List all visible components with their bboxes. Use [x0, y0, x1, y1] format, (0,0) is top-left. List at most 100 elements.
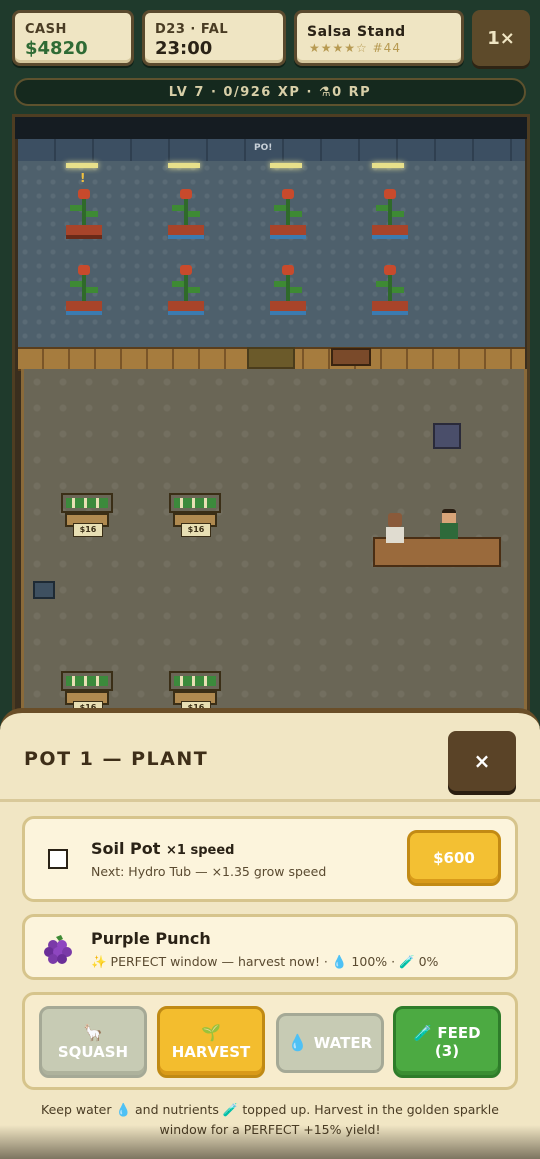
plant-stem	[184, 195, 188, 225]
shopkeeper-sprite	[385, 513, 405, 549]
shop-rank: #44	[372, 41, 401, 55]
plant-leaf	[376, 281, 388, 287]
time-value: 23:00	[155, 38, 213, 59]
harvest-button[interactable]: 🌱 HARVEST	[157, 1006, 265, 1078]
display-stand-3[interactable]: $16	[61, 671, 113, 714]
grow-lamp	[168, 163, 200, 168]
pot-detail-sheet: POT 1 — PLANT × Soil Pot ×1 speed Next: …	[0, 708, 540, 1159]
cash-label: CASH	[25, 22, 67, 37]
display-stand-4[interactable]: $16	[169, 671, 221, 714]
pot-speed: ×1 speed	[166, 843, 235, 858]
greenhouse-wall: PO!	[18, 139, 525, 161]
shop-panel[interactable]: Salsa Stand ★★★★☆ #44	[294, 10, 464, 66]
close-button[interactable]: ×	[448, 731, 516, 791]
display-stand-1[interactable]: $16	[61, 493, 113, 537]
plant-status-card: Purple Punch ✨ PERFECT window — harvest …	[22, 914, 518, 980]
harvest-icon: 🌱	[201, 1023, 221, 1042]
pot-base	[168, 301, 204, 315]
pot-base	[270, 301, 306, 315]
plant-leaf	[290, 211, 302, 217]
plant-status: ✨ PERFECT window — harvest now! · 💧 100%…	[91, 954, 439, 969]
feed-label-row: 🧪 FEED	[413, 1024, 480, 1042]
plant-bud	[180, 189, 192, 199]
water-label: WATER	[313, 1034, 373, 1052]
plant-leaf	[188, 287, 200, 293]
tv-icon[interactable]	[433, 423, 461, 449]
stand-shelf	[61, 671, 113, 691]
sheet-title: POT 1 — PLANT	[24, 748, 209, 770]
upgrade-pot-button[interactable]: $600	[407, 830, 501, 886]
pot-2[interactable]	[166, 163, 206, 245]
pot-checkbox-icon	[48, 849, 68, 869]
plant-leaf	[86, 287, 98, 293]
pot-7[interactable]	[268, 261, 308, 321]
pot-8[interactable]	[370, 261, 410, 321]
pot-base	[372, 301, 408, 315]
plant-stem	[286, 195, 290, 225]
day-label: D23 · FAL	[155, 22, 229, 37]
water-drop-icon: 💧	[287, 1033, 308, 1052]
pot-upgrade-card: Soil Pot ×1 speed Next: Hydro Tub — ×1.3…	[22, 816, 518, 902]
grape-icon	[44, 935, 72, 964]
sprite-body	[386, 527, 404, 543]
pot-name: Soil Pot ×1 speed	[91, 839, 234, 858]
plant-leaf	[274, 205, 286, 211]
price-tag: $16	[181, 523, 211, 537]
pot-base	[66, 225, 102, 239]
pot-6[interactable]	[166, 261, 206, 321]
pot-base	[66, 301, 102, 315]
pot-5[interactable]	[64, 261, 104, 321]
action-bar: 🦙 SQUASH 🌱 HARVEST 💧 WATER 🧪 FEED (3)	[22, 992, 518, 1090]
plant-stem	[82, 271, 86, 301]
plant-bud	[282, 189, 294, 199]
plant-stem	[388, 271, 392, 301]
feed-label: FEED	[437, 1024, 481, 1042]
greenhouse-door[interactable]	[247, 347, 295, 369]
plant-leaf	[274, 281, 286, 287]
pot-4[interactable]	[370, 163, 410, 245]
stand-shelf	[61, 493, 113, 513]
plant-leaf	[392, 287, 404, 293]
squash-label: SQUASH	[57, 1043, 129, 1061]
plant-leaf	[376, 205, 388, 211]
star-rating-icon: ★★★★☆	[309, 41, 368, 55]
speed-toggle-button[interactable]: 1×	[472, 10, 530, 66]
plant-name: Purple Punch	[91, 929, 211, 948]
squash-button[interactable]: 🦙 SQUASH	[39, 1006, 147, 1078]
shop-sign	[331, 348, 371, 366]
greenhouse-room: !	[18, 161, 525, 347]
water-button[interactable]: 💧 WATER	[276, 1013, 384, 1073]
plant-bud	[180, 265, 192, 275]
storage-box-icon[interactable]	[33, 581, 55, 599]
plant-leaf	[172, 281, 184, 287]
day-time-panel: D23 · FAL 23:00	[142, 10, 286, 66]
plant-bud	[384, 189, 396, 199]
plant-bud	[282, 265, 294, 275]
plant-stem	[286, 271, 290, 301]
squash-icon: 🦙	[83, 1023, 103, 1042]
sprite-body	[440, 523, 458, 539]
pot-3[interactable]	[268, 163, 308, 245]
pot-base	[270, 225, 306, 239]
game-world[interactable]: PO! ! $16 $16	[12, 114, 530, 714]
plant-leaf	[172, 205, 184, 211]
display-stand-2[interactable]: $16	[169, 493, 221, 537]
divider	[0, 799, 540, 802]
plant-stem	[388, 195, 392, 225]
grow-lamp	[66, 163, 98, 168]
sprite-head	[388, 513, 402, 527]
plant-leaf	[188, 211, 200, 217]
plant-stem	[184, 271, 188, 301]
pot-name-text: Soil Pot	[91, 839, 161, 858]
pot-base	[372, 225, 408, 239]
feed-button[interactable]: 🧪 FEED (3)	[393, 1006, 501, 1078]
grow-lamp	[270, 163, 302, 168]
harvest-label: HARVEST	[171, 1043, 251, 1061]
plant-bud	[384, 265, 396, 275]
grow-lamp	[372, 163, 404, 168]
stand-shelf	[169, 493, 221, 513]
plant-leaf	[70, 281, 82, 287]
pot-1[interactable]: !	[64, 163, 104, 245]
xp-bar: LV 7 · 0/926 XP · ⚗0 RP	[14, 78, 526, 106]
bottom-shade	[0, 1125, 540, 1159]
